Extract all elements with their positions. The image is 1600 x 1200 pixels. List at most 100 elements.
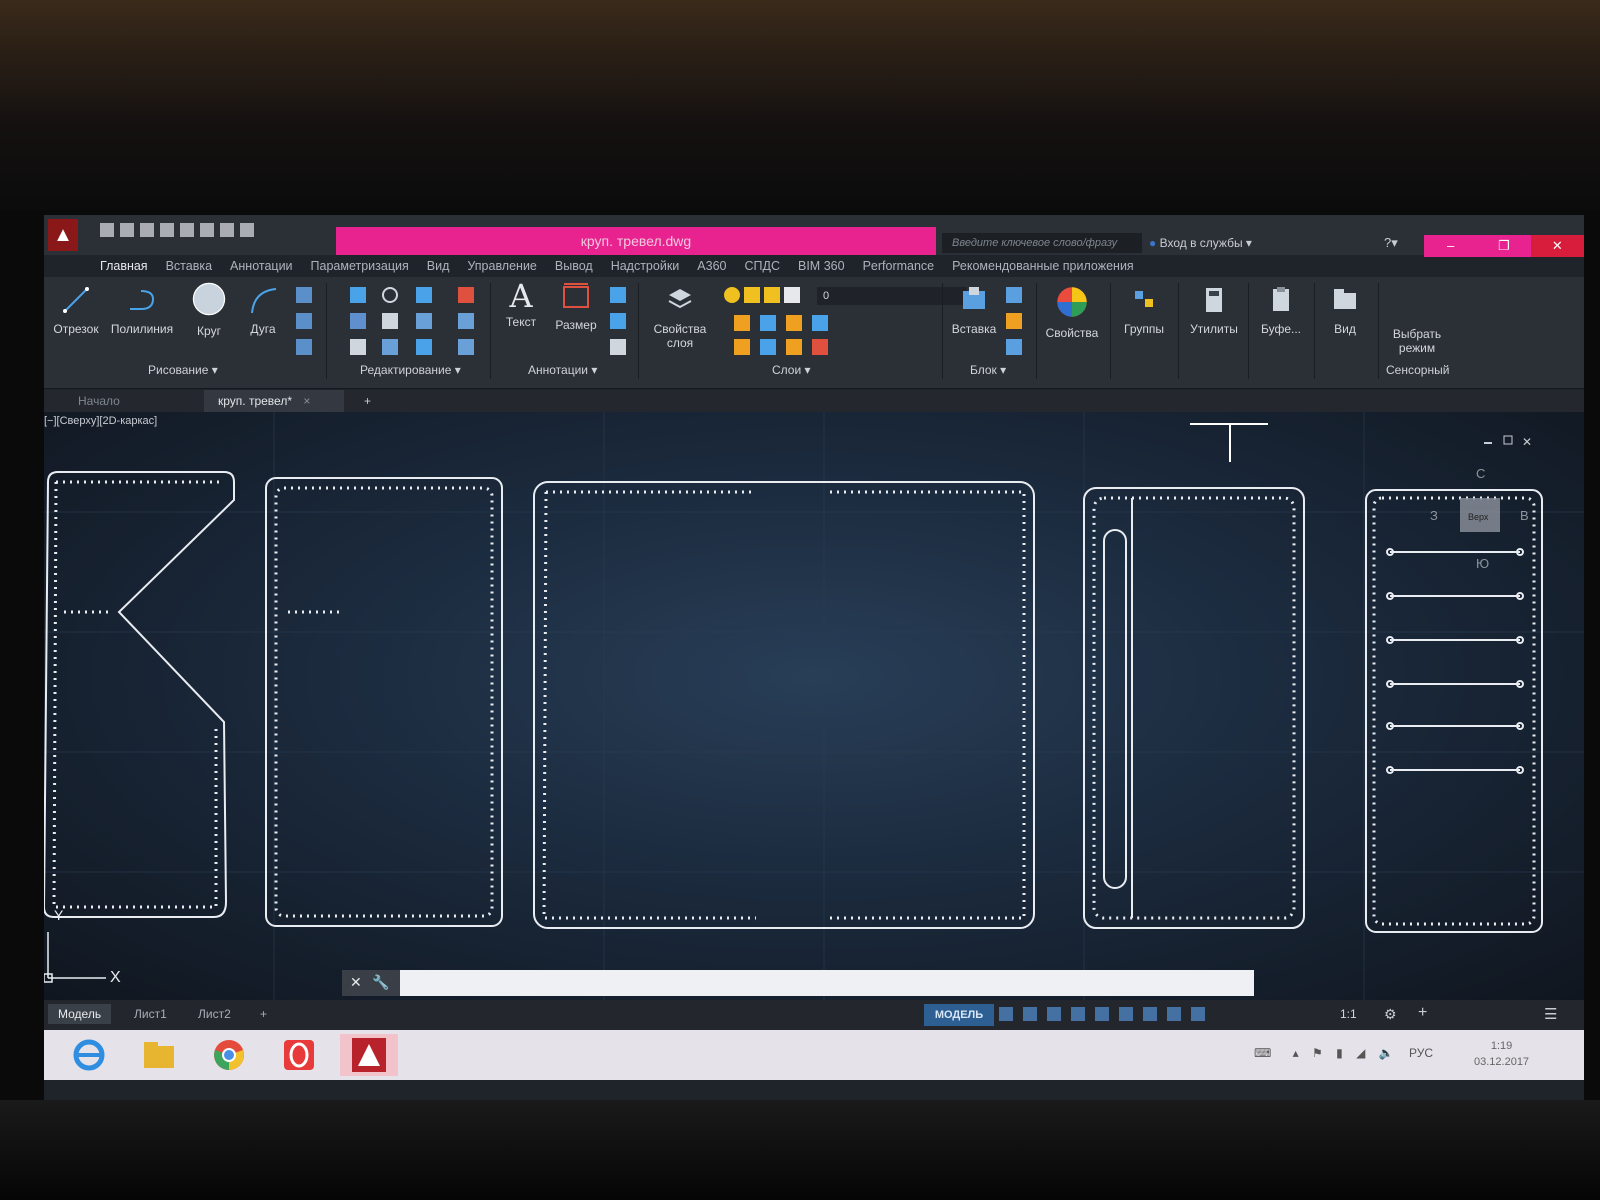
annotation-group-label[interactable]: Аннотации ▾: [528, 363, 597, 377]
isodraft-icon[interactable]: [1095, 1007, 1109, 1021]
layer-tool-icon[interactable]: [786, 339, 802, 355]
layers-group-label[interactable]: Слои ▾: [772, 363, 811, 377]
network-icon[interactable]: ◢: [1356, 1046, 1365, 1060]
show-hidden-icon[interactable]: ▴: [1293, 1046, 1299, 1060]
close-tab-icon[interactable]: ×: [303, 394, 310, 408]
rectangle-icon[interactable]: [296, 287, 312, 303]
pattern-piece-1[interactable]: [44, 471, 235, 918]
trim-icon[interactable]: [416, 287, 432, 303]
linear-dim-icon[interactable]: [610, 287, 626, 303]
keyboard-icon[interactable]: ⌨: [1254, 1046, 1271, 1060]
view-tool[interactable]: Вид: [1320, 285, 1370, 336]
model-space-button[interactable]: МОДЕЛЬ: [924, 1004, 994, 1026]
tab-model[interactable]: Модель: [48, 1004, 112, 1024]
lightbulb-icon[interactable]: [724, 287, 740, 303]
chrome-icon[interactable]: [200, 1034, 258, 1076]
layer-tool-icon[interactable]: [760, 315, 776, 331]
language-indicator[interactable]: РУС: [1409, 1046, 1433, 1060]
tab-sheet2[interactable]: Лист2: [188, 1004, 241, 1024]
block-group-label[interactable]: Блок ▾: [970, 363, 1006, 377]
plus-icon[interactable]: +: [1418, 1004, 1427, 1022]
polar-icon[interactable]: [1071, 1007, 1085, 1021]
volume-icon[interactable]: 🔈: [1379, 1046, 1394, 1060]
pattern-piece-3[interactable]: [533, 481, 1035, 929]
layer-tool-icon[interactable]: [734, 315, 750, 331]
attribute-icon[interactable]: [1006, 339, 1022, 355]
mirror-icon[interactable]: [382, 313, 398, 329]
leader-icon[interactable]: [610, 313, 626, 329]
array-icon[interactable]: [416, 339, 432, 355]
erase-icon[interactable]: [458, 287, 474, 303]
customize-qat-icon[interactable]: [240, 223, 254, 237]
new-tab-icon[interactable]: +: [350, 390, 385, 412]
battery-icon[interactable]: ▮: [1336, 1046, 1343, 1060]
dimension-tool[interactable]: Размер: [548, 281, 604, 332]
print-icon[interactable]: [180, 223, 194, 237]
table-icon[interactable]: [610, 339, 626, 355]
edit-block-icon[interactable]: [1006, 313, 1022, 329]
layer-tool-icon[interactable]: [734, 339, 750, 355]
wrench-icon[interactable]: 🔧: [372, 974, 389, 991]
tab-output[interactable]: Вывод: [555, 255, 593, 277]
select-mode-tool[interactable]: Выбрать режим: [1382, 327, 1452, 355]
annotation-scale[interactable]: 1:1: [1340, 1007, 1357, 1021]
signin-button[interactable]: ● Вход в службы ▾: [1149, 233, 1252, 253]
tab-bim360[interactable]: BIM 360: [798, 255, 845, 277]
tab-start[interactable]: Начало: [64, 390, 134, 412]
layer-tool-icon[interactable]: [760, 339, 776, 355]
text-tool[interactable]: A Текст: [496, 280, 546, 329]
autoscale-icon[interactable]: [1167, 1007, 1181, 1021]
autocad-logo-icon[interactable]: ▲: [48, 219, 78, 251]
properties-tool[interactable]: Свойства: [1042, 285, 1102, 340]
tab-annotate[interactable]: Аннотации: [230, 255, 292, 277]
flag-icon[interactable]: ⚑: [1312, 1046, 1323, 1060]
lock-icon[interactable]: [764, 287, 780, 303]
fillet-icon[interactable]: [416, 313, 432, 329]
pattern-piece-2[interactable]: [265, 477, 503, 927]
open-icon[interactable]: [120, 223, 134, 237]
object-snap-icon[interactable]: [1119, 1007, 1133, 1021]
scale-icon[interactable]: [382, 339, 398, 355]
undo-icon[interactable]: [200, 223, 214, 237]
layer-tool-icon[interactable]: [786, 315, 802, 331]
tab-performance[interactable]: Performance: [863, 255, 935, 277]
pattern-piece-5[interactable]: [1365, 489, 1543, 933]
tab-sheet1[interactable]: Лист1: [124, 1004, 177, 1024]
file-explorer-icon[interactable]: [130, 1034, 188, 1076]
clipboard-tool[interactable]: Буфе...: [1252, 285, 1310, 336]
utilities-tool[interactable]: Утилиты: [1184, 285, 1244, 336]
tab-insert[interactable]: Вставка: [166, 255, 212, 277]
drawing-canvas[interactable]: [−][Сверху][2D-каркас] X Y Верх С Ю З В …: [44, 412, 1584, 1000]
boundary-icon[interactable]: [296, 339, 312, 355]
circle-tool[interactable]: Круг: [184, 281, 234, 338]
redo-icon[interactable]: [220, 223, 234, 237]
pattern-piece-4[interactable]: [1083, 487, 1305, 929]
explode-icon[interactable]: [458, 313, 474, 329]
insert-block-tool[interactable]: Вставка: [948, 285, 1000, 336]
save-icon[interactable]: [140, 223, 154, 237]
viewport-window-controls[interactable]: ✕: [1484, 435, 1532, 449]
ortho-icon[interactable]: [1047, 1007, 1061, 1021]
layer-tool-icon[interactable]: [812, 315, 828, 331]
tab-view[interactable]: Вид: [427, 255, 450, 277]
tab-spds[interactable]: СПДС: [744, 255, 780, 277]
move-icon[interactable]: [350, 287, 366, 303]
layer-tool-icon[interactable]: [812, 339, 828, 355]
gear-icon[interactable]: ⚙: [1384, 1006, 1397, 1023]
stretch-icon[interactable]: [350, 339, 366, 355]
close-command-icon[interactable]: ✕: [350, 974, 362, 991]
layer-dropdown[interactable]: 0: [817, 287, 967, 305]
sun-icon[interactable]: [744, 287, 760, 303]
viewcube[interactable]: Верх С Ю З В: [1430, 466, 1529, 571]
tab-addins[interactable]: Надстройки: [611, 255, 680, 277]
line-tool[interactable]: Отрезок: [48, 285, 104, 336]
customize-menu-icon[interactable]: ☰: [1544, 1005, 1557, 1023]
color-swatch-icon[interactable]: [784, 287, 800, 303]
tab-a360[interactable]: A360: [697, 255, 726, 277]
arc-tool[interactable]: Дуга: [238, 285, 288, 336]
rotate-icon[interactable]: [382, 287, 398, 303]
annotation-scale-icon[interactable]: [1191, 1007, 1205, 1021]
save-as-icon[interactable]: [160, 223, 174, 237]
hatch-icon[interactable]: [296, 313, 312, 329]
create-block-icon[interactable]: [1006, 287, 1022, 303]
